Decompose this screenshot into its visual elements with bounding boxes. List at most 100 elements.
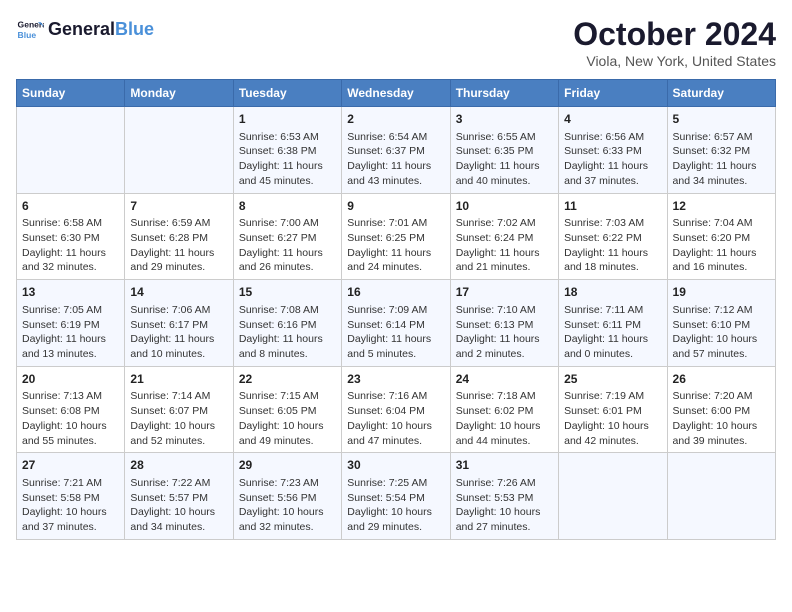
day-cell: 22Sunrise: 7:15 AMSunset: 6:05 PMDayligh… <box>233 366 341 453</box>
day-cell: 13Sunrise: 7:05 AMSunset: 6:19 PMDayligh… <box>17 280 125 367</box>
day-info: Daylight: 11 hours and 10 minutes. <box>130 332 227 361</box>
calendar-table: SundayMondayTuesdayWednesdayThursdayFrid… <box>16 79 776 540</box>
day-info: Sunset: 6:19 PM <box>22 318 119 333</box>
day-info: Daylight: 11 hours and 43 minutes. <box>347 159 444 188</box>
day-cell: 7Sunrise: 6:59 AMSunset: 6:28 PMDaylight… <box>125 193 233 280</box>
day-info: Daylight: 11 hours and 34 minutes. <box>673 159 770 188</box>
day-number: 15 <box>239 284 336 301</box>
day-info: Daylight: 11 hours and 29 minutes. <box>130 246 227 275</box>
day-cell: 29Sunrise: 7:23 AMSunset: 5:56 PMDayligh… <box>233 453 341 540</box>
svg-text:General: General <box>18 20 44 30</box>
day-info: Sunrise: 7:14 AM <box>130 389 227 404</box>
day-info: Daylight: 10 hours and 44 minutes. <box>456 419 553 448</box>
day-info: Daylight: 10 hours and 49 minutes. <box>239 419 336 448</box>
day-info: Daylight: 11 hours and 37 minutes. <box>564 159 661 188</box>
day-number: 3 <box>456 111 553 128</box>
day-info: Daylight: 10 hours and 39 minutes. <box>673 419 770 448</box>
day-cell: 24Sunrise: 7:18 AMSunset: 6:02 PMDayligh… <box>450 366 558 453</box>
day-info: Sunset: 6:33 PM <box>564 144 661 159</box>
day-cell: 6Sunrise: 6:58 AMSunset: 6:30 PMDaylight… <box>17 193 125 280</box>
day-info: Daylight: 10 hours and 29 minutes. <box>347 505 444 534</box>
day-info: Sunrise: 7:04 AM <box>673 216 770 231</box>
day-info: Sunset: 6:07 PM <box>130 404 227 419</box>
day-number: 4 <box>564 111 661 128</box>
day-number: 29 <box>239 457 336 474</box>
day-info: Daylight: 10 hours and 55 minutes. <box>22 419 119 448</box>
day-number: 20 <box>22 371 119 388</box>
day-number: 8 <box>239 198 336 215</box>
day-cell: 31Sunrise: 7:26 AMSunset: 5:53 PMDayligh… <box>450 453 558 540</box>
day-info: Sunrise: 7:08 AM <box>239 303 336 318</box>
day-info: Sunrise: 7:09 AM <box>347 303 444 318</box>
day-info: Sunset: 6:16 PM <box>239 318 336 333</box>
week-row-4: 20Sunrise: 7:13 AMSunset: 6:08 PMDayligh… <box>17 366 776 453</box>
day-cell: 9Sunrise: 7:01 AMSunset: 6:25 PMDaylight… <box>342 193 450 280</box>
day-info: Sunset: 6:14 PM <box>347 318 444 333</box>
day-info: Daylight: 11 hours and 45 minutes. <box>239 159 336 188</box>
day-number: 12 <box>673 198 770 215</box>
day-info: Sunrise: 6:58 AM <box>22 216 119 231</box>
day-info: Sunrise: 7:11 AM <box>564 303 661 318</box>
day-info: Sunset: 6:20 PM <box>673 231 770 246</box>
day-info: Sunset: 6:32 PM <box>673 144 770 159</box>
day-number: 26 <box>673 371 770 388</box>
day-info: Sunrise: 7:23 AM <box>239 476 336 491</box>
day-cell: 4Sunrise: 6:56 AMSunset: 6:33 PMDaylight… <box>559 107 667 194</box>
location: Viola, New York, United States <box>573 53 776 69</box>
day-number: 1 <box>239 111 336 128</box>
day-number: 28 <box>130 457 227 474</box>
day-cell: 16Sunrise: 7:09 AMSunset: 6:14 PMDayligh… <box>342 280 450 367</box>
day-cell: 25Sunrise: 7:19 AMSunset: 6:01 PMDayligh… <box>559 366 667 453</box>
day-info: Sunset: 6:05 PM <box>239 404 336 419</box>
day-info: Sunset: 5:53 PM <box>456 491 553 506</box>
day-info: Daylight: 11 hours and 26 minutes. <box>239 246 336 275</box>
day-info: Sunset: 6:28 PM <box>130 231 227 246</box>
day-number: 23 <box>347 371 444 388</box>
day-cell: 5Sunrise: 6:57 AMSunset: 6:32 PMDaylight… <box>667 107 775 194</box>
day-info: Sunrise: 7:19 AM <box>564 389 661 404</box>
day-number: 25 <box>564 371 661 388</box>
day-info: Sunset: 6:11 PM <box>564 318 661 333</box>
day-info: Daylight: 10 hours and 37 minutes. <box>22 505 119 534</box>
day-info: Sunset: 6:27 PM <box>239 231 336 246</box>
day-info: Sunrise: 7:12 AM <box>673 303 770 318</box>
day-cell: 23Sunrise: 7:16 AMSunset: 6:04 PMDayligh… <box>342 366 450 453</box>
day-cell: 11Sunrise: 7:03 AMSunset: 6:22 PMDayligh… <box>559 193 667 280</box>
day-info: Daylight: 11 hours and 32 minutes. <box>22 246 119 275</box>
day-cell: 18Sunrise: 7:11 AMSunset: 6:11 PMDayligh… <box>559 280 667 367</box>
day-info: Sunset: 6:25 PM <box>347 231 444 246</box>
logo-name: GeneralBlue <box>48 20 154 40</box>
month-title: October 2024 <box>573 16 776 53</box>
day-info: Sunset: 5:58 PM <box>22 491 119 506</box>
day-info: Sunset: 5:56 PM <box>239 491 336 506</box>
day-info: Daylight: 10 hours and 57 minutes. <box>673 332 770 361</box>
day-info: Sunset: 6:22 PM <box>564 231 661 246</box>
day-info: Sunset: 6:08 PM <box>22 404 119 419</box>
day-number: 14 <box>130 284 227 301</box>
day-info: Sunset: 6:04 PM <box>347 404 444 419</box>
day-info: Sunrise: 7:02 AM <box>456 216 553 231</box>
day-info: Sunrise: 7:26 AM <box>456 476 553 491</box>
day-info: Sunrise: 7:13 AM <box>22 389 119 404</box>
week-row-5: 27Sunrise: 7:21 AMSunset: 5:58 PMDayligh… <box>17 453 776 540</box>
day-info: Daylight: 10 hours and 27 minutes. <box>456 505 553 534</box>
day-number: 7 <box>130 198 227 215</box>
day-info: Sunset: 6:30 PM <box>22 231 119 246</box>
day-cell: 1Sunrise: 6:53 AMSunset: 6:38 PMDaylight… <box>233 107 341 194</box>
day-info: Daylight: 10 hours and 52 minutes. <box>130 419 227 448</box>
day-cell: 17Sunrise: 7:10 AMSunset: 6:13 PMDayligh… <box>450 280 558 367</box>
day-number: 6 <box>22 198 119 215</box>
day-info: Daylight: 11 hours and 24 minutes. <box>347 246 444 275</box>
day-number: 30 <box>347 457 444 474</box>
day-number: 9 <box>347 198 444 215</box>
day-info: Sunrise: 7:21 AM <box>22 476 119 491</box>
page-header: General Blue GeneralBlue October 2024 Vi… <box>16 16 776 69</box>
title-block: October 2024 Viola, New York, United Sta… <box>573 16 776 69</box>
day-info: Sunrise: 7:20 AM <box>673 389 770 404</box>
day-info: Daylight: 10 hours and 47 minutes. <box>347 419 444 448</box>
day-info: Daylight: 11 hours and 2 minutes. <box>456 332 553 361</box>
day-number: 24 <box>456 371 553 388</box>
weekday-sunday: Sunday <box>17 80 125 107</box>
weekday-thursday: Thursday <box>450 80 558 107</box>
day-cell <box>559 453 667 540</box>
